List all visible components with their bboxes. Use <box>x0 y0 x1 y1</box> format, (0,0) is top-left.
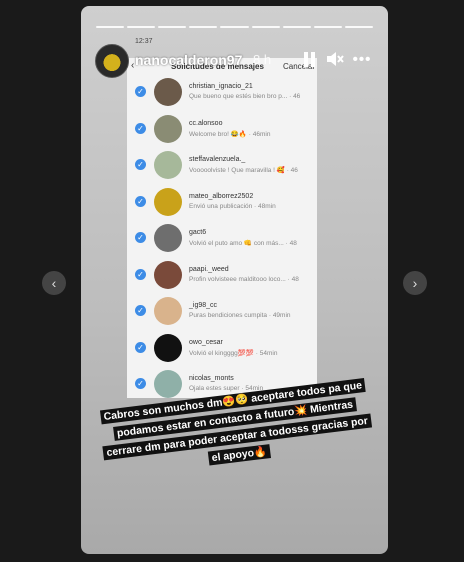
request-message: Profin volvisteee malditooo loco... · 48 <box>189 275 299 283</box>
list-item[interactable]: ✓ owo_cesar Volvió el kingggg💯💯 · 54min <box>127 332 317 366</box>
avatar <box>154 151 182 179</box>
next-story-button[interactable]: › <box>403 271 427 295</box>
avatar <box>154 297 182 325</box>
avatar <box>154 224 182 252</box>
story-timestamp: 8 h <box>253 52 272 67</box>
story-header: nanocalderon97 8 h ••• <box>95 44 375 78</box>
request-message: Volvió el puto amo 👊 con más... · 48 <box>189 240 297 247</box>
avatar <box>154 187 182 216</box>
request-username: paapi._weed <box>189 265 229 273</box>
checkmark-icon[interactable]: ✓ <box>135 86 146 97</box>
request-message: Envió una publicación · 48min <box>189 202 276 210</box>
list-item[interactable]: ✓ steffavalenzuela._ Vooooolviste ! Que ma… <box>127 149 317 183</box>
previous-story-button[interactable]: ‹ <box>42 271 66 295</box>
request-username: christian_ignacio_21 <box>189 83 253 90</box>
request-username: mateo_alborrez2502 <box>189 192 254 200</box>
list-item[interactable]: ✓ cc.alonsoo Welcome bro! 😂🔥 · 46min <box>127 113 317 147</box>
story-progress-bar <box>96 26 373 28</box>
more-options-icon[interactable]: ••• <box>351 50 373 70</box>
checkmark-icon[interactable]: ✓ <box>135 305 146 316</box>
checkmark-icon[interactable]: ✓ <box>135 341 146 353</box>
checkmark-icon[interactable]: ✓ <box>135 159 146 170</box>
avatar <box>154 114 182 143</box>
checkmark-icon[interactable]: ✓ <box>135 232 146 243</box>
request-message: Volvió el kingggg💯💯 · 54min <box>189 349 278 357</box>
story-username[interactable]: nanocalderon97 <box>135 52 242 68</box>
avatar <box>154 78 182 106</box>
list-item[interactable]: ✓ _ig98_cc Puras bendiciones cumpita · 49m… <box>127 295 317 329</box>
request-message: Welcome bro! 😂🔥 · 46min <box>189 130 271 138</box>
checkmark-icon[interactable]: ✓ <box>135 268 146 280</box>
request-username: nicolas_monts <box>189 375 234 382</box>
request-message: Vooooolviste ! Que maravilla ! 🥰 · 46 <box>189 167 298 174</box>
request-username: steffavalenzuela._ <box>189 156 246 163</box>
avatar <box>154 260 182 289</box>
pause-icon[interactable] <box>298 50 320 70</box>
story-viewer: 12:37 ‹ Solicitudes de mensajes Cancelar… <box>81 6 388 554</box>
checkmark-icon[interactable]: ✓ <box>135 195 146 207</box>
request-username: cc.alonsoo <box>189 119 223 127</box>
mute-icon[interactable] <box>324 50 346 70</box>
list-item[interactable]: ✓ mateo_alborrez2502 Envió una publicación… <box>127 186 317 220</box>
request-message: Puras bendiciones cumpita · 49min <box>189 312 291 319</box>
checkmark-icon[interactable]: ✓ <box>135 378 146 389</box>
list-item[interactable]: ✓ christian_ignacio_21 Que bueno que estés… <box>127 76 317 110</box>
request-username: _ig98_cc <box>189 302 218 309</box>
list-item[interactable]: ✓ gact6 Volvió el puto amo 👊 con más... · … <box>127 222 317 256</box>
message-requests-list: ‹ Solicitudes de mensajes Cancelar ✓ chri… <box>127 58 317 398</box>
list-item[interactable]: ✓ paapi._weed Profin volvisteee malditooo … <box>127 259 317 293</box>
request-message: Que bueno que estés bien bro p... · 46 <box>189 93 301 100</box>
request-username: gact6 <box>189 229 207 236</box>
avatar <box>154 333 182 362</box>
request-username: owo_cesar <box>189 338 223 346</box>
avatar[interactable] <box>95 44 129 78</box>
avatar <box>154 370 182 398</box>
checkmark-icon[interactable]: ✓ <box>135 122 146 134</box>
